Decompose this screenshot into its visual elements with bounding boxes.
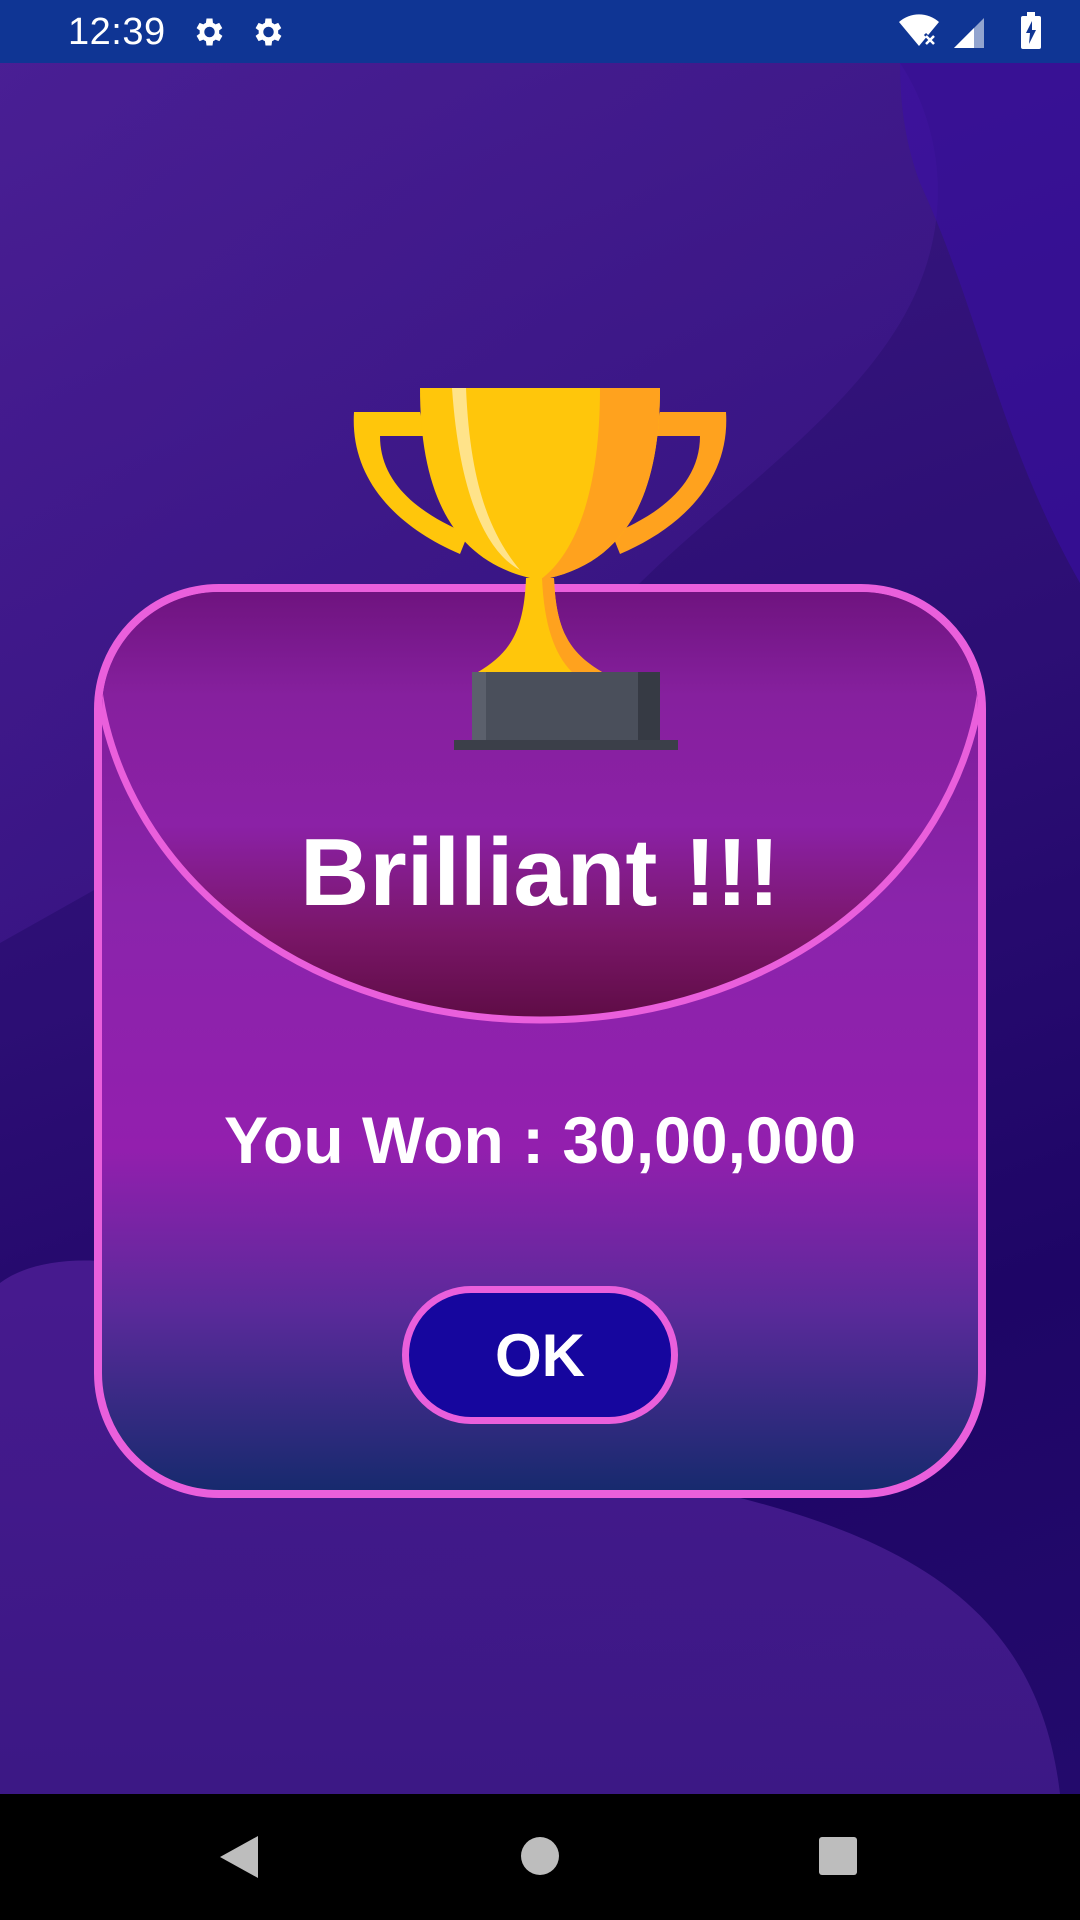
trophy-icon — [353, 388, 727, 750]
won-label: You Won : — [223, 1103, 563, 1177]
won-amount: 30,00,000 — [562, 1103, 857, 1177]
wifi-icon — [899, 14, 939, 46]
recents-icon[interactable] — [818, 1836, 858, 1876]
back-icon[interactable] — [218, 1834, 260, 1880]
gear-icon — [196, 18, 223, 46]
status-bar: 12:39 — [0, 0, 1080, 63]
gear-icon — [255, 18, 282, 46]
status-icons — [882, 12, 1042, 52]
signal-icon — [954, 18, 984, 48]
ok-button[interactable]: OK — [402, 1286, 678, 1424]
status-time: 12:39 — [68, 11, 166, 53]
battery-icon — [1021, 12, 1041, 49]
won-message: You Won : 30,00,000 — [0, 1100, 1080, 1180]
home-icon[interactable] — [520, 1836, 560, 1876]
dialog-headline: Brilliant !!! — [300, 819, 780, 926]
navigation-bar — [0, 1794, 1080, 1920]
